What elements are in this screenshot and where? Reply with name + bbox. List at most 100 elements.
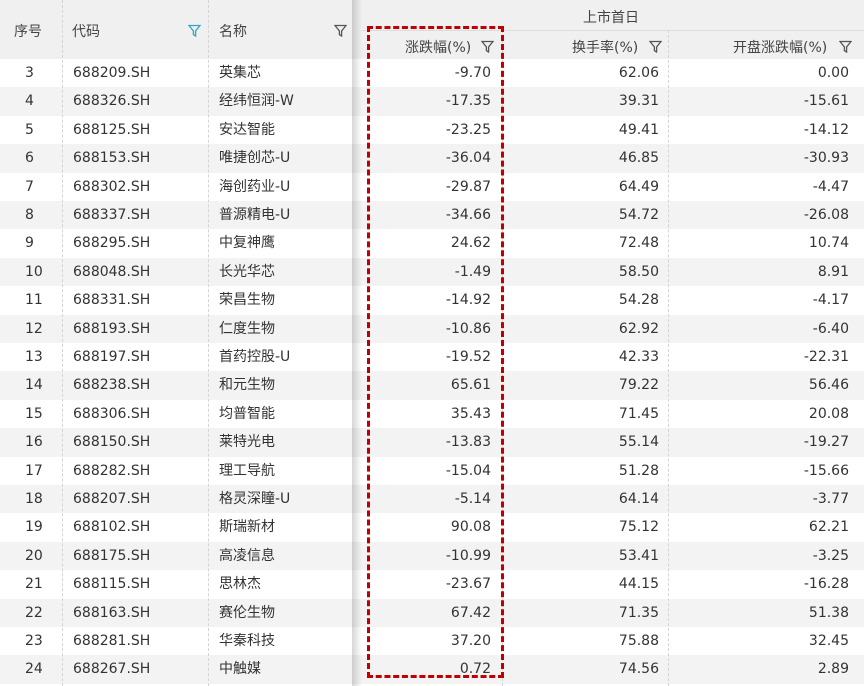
cell-code: 688048.SH <box>73 263 151 280</box>
cell-turnover: 46.85 <box>618 150 659 167</box>
cell-open-change: -4.17 <box>812 292 849 309</box>
cell-turnover: 72.48 <box>618 235 659 252</box>
table-row[interactable]: 21 688115.SH 思林杰 -23.67 44.15 -16.28 <box>0 570 864 598</box>
cell-name: 仁度生物 <box>219 320 275 337</box>
cell-open-change: -30.93 <box>803 150 849 167</box>
table-row[interactable]: 8 688337.SH 普源精电-U -34.66 54.72 -26.08 <box>0 201 864 230</box>
cell-open-change: -22.31 <box>803 349 849 365</box>
cell-change: -34.66 <box>445 207 491 223</box>
frozen-column-shadow <box>352 0 362 686</box>
cell-name: 理工导航 <box>219 462 275 479</box>
cell-turnover: 58.50 <box>618 263 659 280</box>
cell-name: 高凌信息 <box>219 547 275 564</box>
column-header-seq[interactable]: 序号 <box>14 21 42 41</box>
cell-seq: 15 <box>25 405 43 422</box>
cell-code: 688102.SH <box>73 519 151 536</box>
cell-code: 688153.SH <box>73 150 151 167</box>
cell-name: 斯瑞新材 <box>219 519 275 536</box>
cell-change: 65.61 <box>450 377 491 394</box>
cell-name: 和元生物 <box>219 377 275 394</box>
cell-change: 0.72 <box>459 661 491 678</box>
table-row[interactable]: 12 688193.SH 仁度生物 -10.86 62.92 -6.40 <box>0 314 864 343</box>
cell-seq: 9 <box>25 235 34 252</box>
column-header-code[interactable]: 代码 <box>72 21 100 41</box>
cell-code: 688150.SH <box>73 434 151 451</box>
cell-turnover: 71.35 <box>618 604 659 621</box>
table-row[interactable]: 5 688125.SH 安达智能 -23.25 49.41 -14.12 <box>0 116 864 144</box>
cell-turnover: 79.22 <box>618 377 659 394</box>
table-row[interactable]: 14 688238.SH 和元生物 65.61 79.22 56.46 <box>0 371 864 400</box>
open-change-filter-icon[interactable] <box>839 40 852 53</box>
cell-change: -14.92 <box>445 292 491 309</box>
name-filter-icon[interactable] <box>334 24 347 37</box>
column-header-name[interactable]: 名称 <box>219 21 247 41</box>
cell-open-change: -16.28 <box>803 576 849 593</box>
cell-turnover: 64.49 <box>618 178 659 195</box>
cell-code: 688209.SH <box>73 65 151 81</box>
cell-code: 688163.SH <box>73 604 151 621</box>
cell-code: 688326.SH <box>73 93 151 110</box>
table-row[interactable]: 20 688175.SH 高凌信息 -10.99 53.41 -3.25 <box>0 541 864 571</box>
cell-turnover: 53.41 <box>618 547 659 564</box>
turnover-filter-icon[interactable] <box>649 40 662 53</box>
cell-name: 思林杰 <box>219 576 261 593</box>
cell-seq: 24 <box>25 661 43 678</box>
cell-open-change: -15.61 <box>803 93 849 110</box>
cell-name: 英集芯 <box>219 65 261 81</box>
cell-name: 普源精电-U <box>219 207 291 223</box>
cell-open-change: 32.45 <box>808 633 849 649</box>
cell-change: 35.43 <box>450 405 491 422</box>
table-row[interactable]: 16 688150.SH 莱特光电 -13.83 55.14 -19.27 <box>0 428 864 457</box>
cell-name: 首药控股-U <box>219 349 291 365</box>
cell-seq: 21 <box>25 576 43 593</box>
cell-name: 格灵深瞳-U <box>219 491 291 507</box>
cell-turnover: 44.15 <box>618 576 659 593</box>
table-row[interactable]: 10 688048.SH 长光华芯 -1.49 58.50 8.91 <box>0 257 864 287</box>
cell-change: -15.04 <box>445 462 491 479</box>
cell-turnover: 39.31 <box>618 93 659 110</box>
cell-change: -17.35 <box>445 93 491 110</box>
table-row[interactable]: 6 688153.SH 唯捷创芯-U -36.04 46.85 -30.93 <box>0 144 864 173</box>
cell-open-change: 0.00 <box>817 65 849 81</box>
stock-table: 序号 代码 名称 上市首日 涨跌幅(%) 换手率(%) 开盘涨跌幅(%) 3 68… <box>0 0 864 686</box>
cell-turnover: 71.45 <box>618 405 659 422</box>
column-header-open-change[interactable]: 开盘涨跌幅(%) <box>733 37 827 57</box>
code-filter-icon[interactable] <box>188 24 201 37</box>
cell-change: -19.52 <box>445 349 491 365</box>
table-row[interactable]: 15 688306.SH 均普智能 35.43 71.45 20.08 <box>0 400 864 428</box>
table-row[interactable]: 18 688207.SH 格灵深瞳-U -5.14 64.14 -3.77 <box>0 485 864 514</box>
cell-name: 中复神鹰 <box>219 235 275 252</box>
cell-code: 688267.SH <box>73 661 151 678</box>
column-header-turnover[interactable]: 换手率(%) <box>572 37 638 57</box>
cell-turnover: 75.88 <box>618 633 659 649</box>
table-row[interactable]: 4 688326.SH 经纬恒润-W -17.35 39.31 -15.61 <box>0 87 864 116</box>
cell-name: 均普智能 <box>219 405 275 422</box>
cell-change: 90.08 <box>450 519 491 536</box>
column-divider <box>502 30 503 686</box>
cell-seq: 14 <box>25 377 43 394</box>
cell-change: -23.67 <box>445 576 491 593</box>
table-row[interactable]: 22 688163.SH 赛伦生物 67.42 71.35 51.38 <box>0 598 864 627</box>
change-filter-icon[interactable] <box>481 40 494 53</box>
cell-open-change: -26.08 <box>803 207 849 223</box>
cell-change: -29.87 <box>445 178 491 195</box>
table-row[interactable]: 7 688302.SH 海创药业-U -29.87 64.49 -4.47 <box>0 173 864 201</box>
cell-open-change: -15.66 <box>803 462 849 479</box>
table-row[interactable]: 23 688281.SH 华秦科技 37.20 75.88 32.45 <box>0 627 864 655</box>
cell-seq: 16 <box>25 434 43 451</box>
cell-turnover: 75.12 <box>618 519 659 536</box>
column-header-change[interactable]: 涨跌幅(%) <box>405 37 471 57</box>
table-row[interactable]: 3 688209.SH 英集芯 -9.70 62.06 0.00 <box>0 59 864 87</box>
table-row[interactable]: 11 688331.SH 荣昌生物 -14.92 54.28 -4.17 <box>0 286 864 314</box>
cell-turnover: 62.92 <box>618 320 659 337</box>
table-row[interactable]: 24 688267.SH 中触媒 0.72 74.56 2.89 <box>0 655 864 684</box>
table-row[interactable]: 13 688197.SH 首药控股-U -19.52 42.33 -22.31 <box>0 343 864 371</box>
cell-change: -36.04 <box>445 150 491 167</box>
cell-seq: 22 <box>25 604 43 621</box>
table-row[interactable]: 17 688282.SH 理工导航 -15.04 51.28 -15.66 <box>0 457 864 485</box>
table-row[interactable]: 19 688102.SH 斯瑞新材 90.08 75.12 62.21 <box>0 513 864 541</box>
cell-name: 海创药业-U <box>219 178 291 195</box>
cell-open-change: 8.91 <box>817 263 849 280</box>
table-row[interactable]: 9 688295.SH 中复神鹰 24.62 72.48 10.74 <box>0 229 864 257</box>
cell-seq: 19 <box>25 519 43 536</box>
